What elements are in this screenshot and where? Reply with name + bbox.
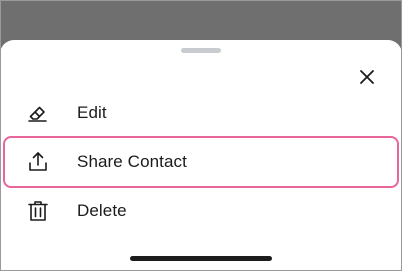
delete-label: Delete <box>77 201 127 220</box>
trash-icon <box>26 199 50 223</box>
share-contact-action[interactable]: Share Contact <box>3 136 399 188</box>
pencil-eraser-icon <box>26 101 50 125</box>
edit-label: Edit <box>77 103 107 122</box>
close-button[interactable] <box>356 66 378 88</box>
screen: Edit Share Contact Delete <box>0 0 402 271</box>
delete-action[interactable]: Delete <box>0 186 402 236</box>
edit-action[interactable]: Edit <box>0 88 402 138</box>
sheet-grabber[interactable] <box>181 48 221 53</box>
share-upload-icon <box>26 150 50 174</box>
close-icon <box>360 70 374 84</box>
home-indicator[interactable] <box>130 256 272 261</box>
action-sheet: Edit Share Contact Delete <box>0 40 402 271</box>
share-contact-label: Share Contact <box>77 152 187 171</box>
